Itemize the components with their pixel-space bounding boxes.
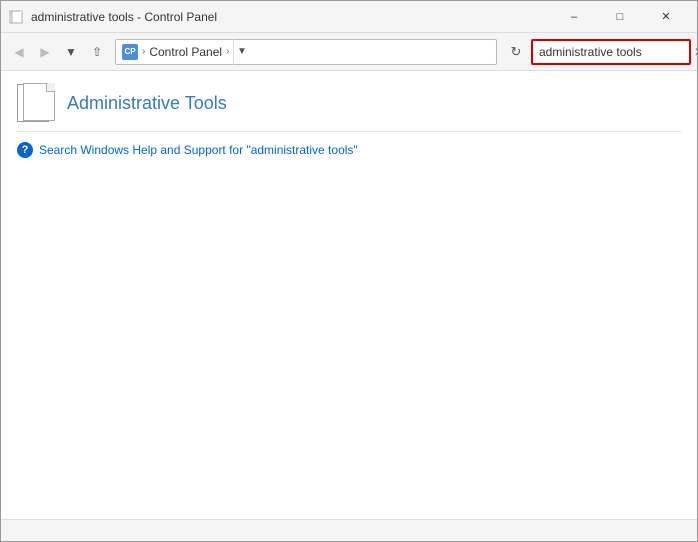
- forward-button[interactable]: ▶: [33, 40, 57, 64]
- help-link[interactable]: ? Search Windows Help and Support for "a…: [17, 142, 681, 158]
- close-button[interactable]: ✕: [643, 1, 689, 33]
- search-input[interactable]: [539, 45, 694, 59]
- window: administrative tools - Control Panel – □…: [0, 0, 698, 542]
- status-bar: [1, 519, 697, 541]
- breadcrumb-sep-2: ›: [226, 46, 229, 57]
- page-title: Administrative Tools: [67, 93, 227, 114]
- page-icon: [17, 83, 57, 123]
- refresh-button[interactable]: ↻: [503, 39, 529, 65]
- maximize-button[interactable]: □: [597, 1, 643, 33]
- title-bar: administrative tools - Control Panel – □…: [1, 1, 697, 33]
- window-controls: – □ ✕: [551, 1, 689, 33]
- address-dropdown-button[interactable]: ▼: [233, 39, 249, 65]
- address-folder-icon: CP: [122, 44, 138, 60]
- divider: [17, 131, 681, 132]
- back-button[interactable]: ◀: [7, 40, 31, 64]
- up-button[interactable]: ⇧: [85, 40, 109, 64]
- window-icon: [9, 9, 25, 25]
- nav-dropdown-button[interactable]: ▼: [59, 40, 83, 64]
- breadcrumb-control-panel[interactable]: Control Panel: [149, 45, 222, 59]
- nav-bar: ◀ ▶ ▼ ⇧ CP › Control Panel › ▼ ↻ ✕: [1, 33, 697, 71]
- search-box: ✕: [531, 39, 691, 65]
- page-header: Administrative Tools: [17, 83, 681, 123]
- folder-icon-label: CP: [124, 47, 135, 56]
- search-clear-button[interactable]: ✕: [694, 44, 698, 60]
- window-title: administrative tools - Control Panel: [31, 10, 551, 24]
- address-bar: CP › Control Panel › ▼: [115, 39, 497, 65]
- help-icon: ?: [17, 142, 33, 158]
- breadcrumb-sep-1: ›: [142, 46, 145, 57]
- minimize-button[interactable]: –: [551, 1, 597, 33]
- help-link-text: Search Windows Help and Support for "adm…: [39, 143, 358, 157]
- doc-icon-front: [23, 83, 55, 121]
- main-content: Administrative Tools ? Search Windows He…: [1, 71, 697, 519]
